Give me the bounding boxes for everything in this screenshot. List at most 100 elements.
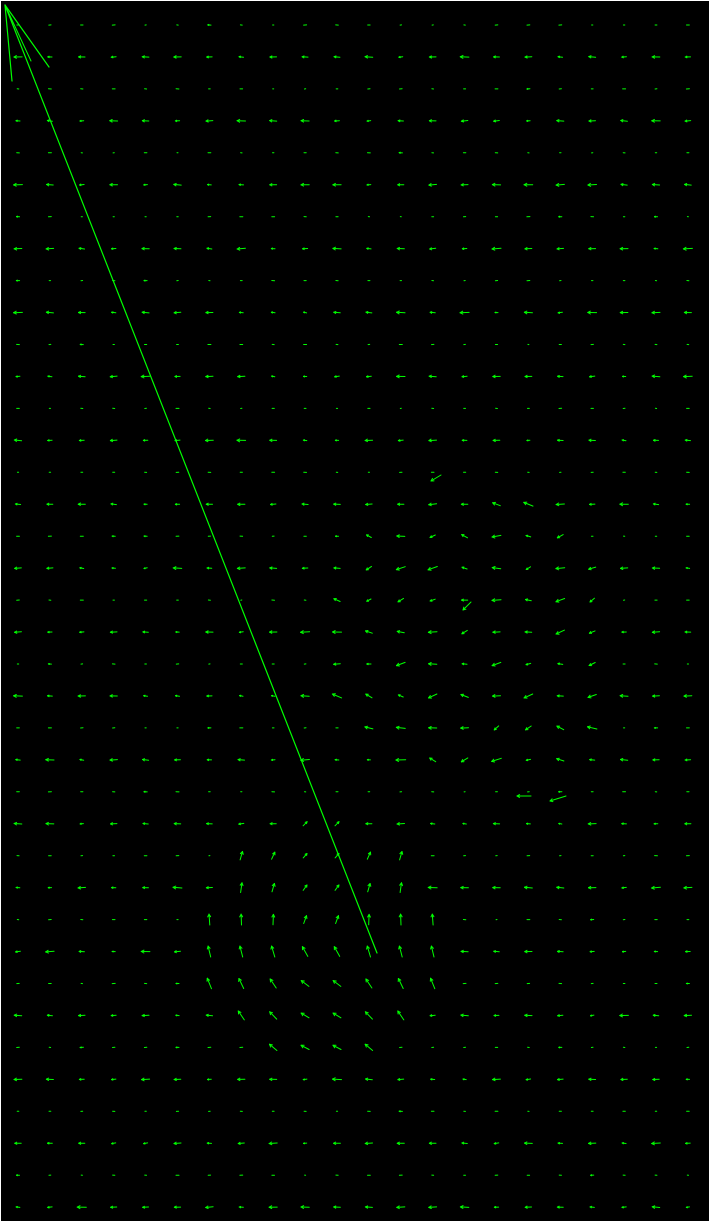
flow-vector-head xyxy=(79,343,82,346)
flow-vector-head xyxy=(47,56,50,59)
flow-vector-head xyxy=(430,1078,433,1081)
flow-vector-head xyxy=(398,56,401,59)
flow-vector-head xyxy=(174,503,178,506)
flow-vector-head xyxy=(207,727,210,729)
flow-vector-head xyxy=(557,1015,560,1017)
flow-vector-head xyxy=(270,759,274,761)
flow-vector-head xyxy=(557,1142,560,1145)
flow-vector-head xyxy=(270,248,273,250)
flow-vector-head xyxy=(558,791,561,793)
flow-vector-head xyxy=(207,184,210,186)
flow-vector-head xyxy=(336,821,340,823)
flow-vector-head xyxy=(271,375,273,378)
flow-vector-head xyxy=(79,823,82,825)
flow-vector-head xyxy=(78,1078,82,1081)
flow-vector-head xyxy=(47,887,50,889)
flow-vector-head xyxy=(239,695,241,697)
flow-vector-head xyxy=(79,759,82,761)
flow-vector-head xyxy=(238,184,241,186)
flow-vector-head xyxy=(207,1079,210,1081)
flow-vector-head xyxy=(685,983,688,985)
flow-vector-head xyxy=(111,535,114,538)
flow-vector-head xyxy=(558,216,561,218)
flow-vector-head xyxy=(16,216,18,218)
flow-vector-head xyxy=(143,184,146,186)
flow-vector-head xyxy=(143,695,146,697)
flow-vector-head xyxy=(653,727,656,729)
flow-vector-head xyxy=(366,663,369,666)
flow-vector-head xyxy=(526,823,529,825)
flow-vector-head xyxy=(175,695,178,697)
flow-vector-head xyxy=(238,945,241,950)
flow-vector-head xyxy=(685,1078,688,1081)
flow-vector-head xyxy=(493,120,496,123)
flow-vector-head xyxy=(207,24,210,26)
flow-vector-head xyxy=(302,439,305,442)
flow-vector-long xyxy=(462,601,472,611)
vector-field-canvas xyxy=(4,4,693,1210)
flow-vector-head xyxy=(79,184,82,187)
flow-vector-head xyxy=(175,1046,178,1049)
flow-vector-head xyxy=(461,376,465,378)
flow-vector-head xyxy=(47,1206,50,1209)
flow-vector-head xyxy=(685,1142,688,1145)
flow-vector-head xyxy=(270,311,273,314)
flow-vector-head xyxy=(493,1143,497,1145)
flow-vector-head xyxy=(270,945,273,950)
flow-vector-head xyxy=(558,823,561,825)
flow-vector-head xyxy=(303,375,305,378)
flow-vector-head xyxy=(206,759,210,762)
flow-vector-head xyxy=(15,120,18,122)
flow-vector-head xyxy=(493,1206,497,1209)
flow-vector-head xyxy=(397,440,401,442)
flow-vector-head xyxy=(79,631,82,634)
flow-vector-head xyxy=(16,1174,18,1177)
flow-vector-head xyxy=(621,631,624,634)
flow-vector-head xyxy=(206,945,209,950)
flow-vector-head xyxy=(589,376,592,378)
flow-vector-head xyxy=(685,503,688,506)
flow-vector-head xyxy=(621,56,624,59)
flow-vector-head xyxy=(654,216,656,218)
flow-vector-head xyxy=(143,791,146,793)
flow-vector-head xyxy=(366,759,369,761)
flow-vector-head xyxy=(15,887,18,889)
flow-vector-head xyxy=(238,311,241,314)
flow-vector-head xyxy=(206,1142,209,1145)
flow-vector-head xyxy=(111,311,114,314)
flow-vector-head xyxy=(491,536,496,539)
flow-vector-head xyxy=(685,951,688,953)
flow-vector-head xyxy=(175,983,178,985)
flow-vector-head xyxy=(622,951,625,953)
flow-vector-head xyxy=(621,1206,624,1209)
flow-vector-head xyxy=(78,440,82,442)
flow-vector-head xyxy=(110,56,114,59)
flow-vector-head xyxy=(334,439,337,442)
flow-vector-head xyxy=(175,631,178,634)
flow-vector-head xyxy=(111,1143,114,1145)
long-vector-head-right xyxy=(4,4,50,68)
long-vector xyxy=(4,4,378,954)
flow-vector-head xyxy=(587,696,592,699)
flow-vector-head xyxy=(174,120,178,123)
flow-vector-head xyxy=(270,504,273,506)
flow-vector-head xyxy=(461,248,465,250)
flow-vector-head xyxy=(47,440,50,442)
flow-vector-head xyxy=(238,631,242,634)
flow-vector-head xyxy=(429,1015,433,1017)
flow-vector-head xyxy=(398,152,401,154)
flow-vector-head xyxy=(589,951,592,953)
flow-vector-head xyxy=(334,120,337,123)
flow-vector-head xyxy=(366,945,368,950)
flow-vector-head xyxy=(335,535,337,538)
flow-vector-head xyxy=(621,1142,624,1145)
flow-vector-head xyxy=(15,376,18,378)
flow-vector-head xyxy=(271,695,273,697)
flow-vector-head xyxy=(143,535,146,538)
flow-vector-head xyxy=(47,663,50,665)
flow-vector-head xyxy=(461,439,465,442)
flow-vector-head xyxy=(685,567,688,570)
flow-vector-head xyxy=(525,1079,529,1081)
flow-vector-head xyxy=(111,951,114,953)
flow-vector-head xyxy=(430,945,432,950)
